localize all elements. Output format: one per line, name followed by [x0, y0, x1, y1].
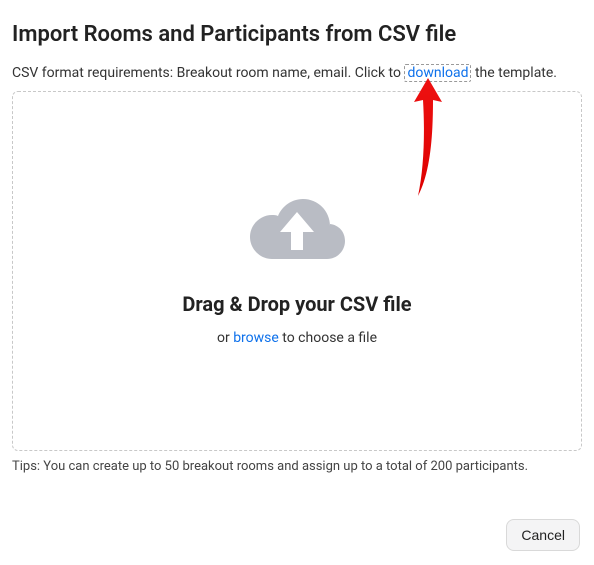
csv-dropzone[interactable]: Drag & Drop your CSV file or browse to c…: [12, 91, 582, 451]
format-prefix: CSV format requirements: Breakout room n…: [12, 65, 404, 81]
tips-text: Tips: You can create up to 50 breakout r…: [12, 459, 582, 474]
cancel-button[interactable]: Cancel: [506, 519, 580, 551]
format-suffix: the template.: [471, 65, 557, 81]
dropzone-sub-suffix: to choose a file: [279, 330, 377, 346]
page-title: Import Rooms and Participants from CSV f…: [12, 22, 582, 47]
dropzone-subtitle: or browse to choose a file: [217, 330, 377, 346]
format-requirements: CSV format requirements: Breakout room n…: [12, 65, 582, 81]
dropzone-sub-prefix: or: [217, 330, 233, 346]
download-template-link[interactable]: download: [404, 64, 471, 82]
cloud-upload-icon: [242, 186, 352, 268]
dialog-footer: Cancel: [506, 519, 580, 551]
dropzone-title: Drag & Drop your CSV file: [182, 292, 411, 316]
browse-link[interactable]: browse: [233, 330, 279, 346]
